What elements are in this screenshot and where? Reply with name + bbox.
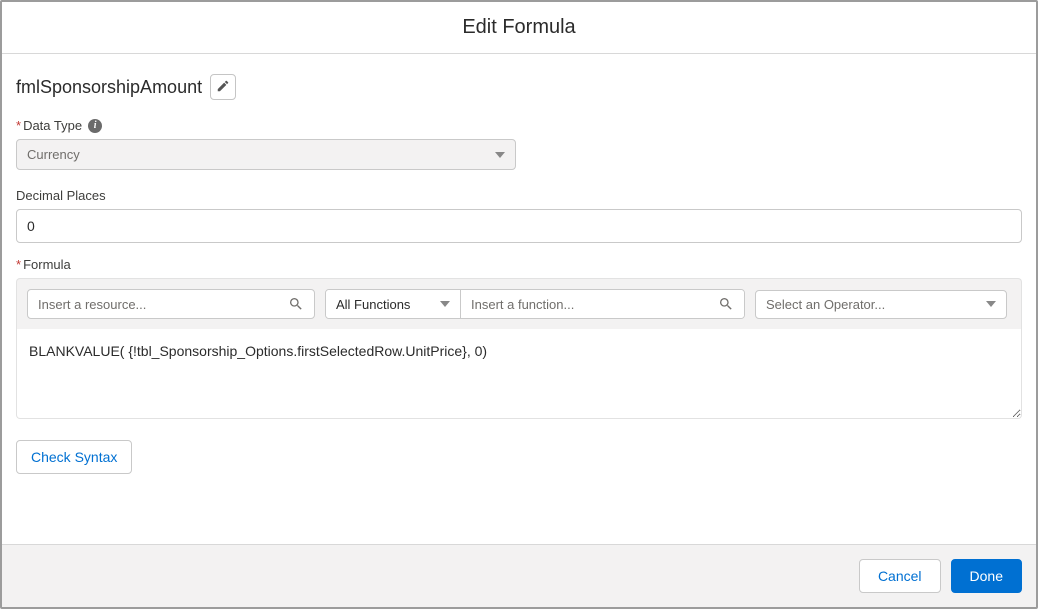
search-icon	[718, 296, 734, 312]
insert-function-placeholder: Insert a function...	[471, 297, 574, 312]
pencil-icon	[216, 79, 230, 96]
modal-body: fmlSponsorshipAmount *Data Type i Curren…	[2, 54, 1036, 544]
insert-resource-combobox[interactable]: Insert a resource...	[27, 289, 315, 319]
chevron-down-icon	[440, 301, 450, 307]
operator-select[interactable]: Select an Operator...	[755, 290, 1007, 319]
function-category-select[interactable]: All Functions	[326, 290, 461, 318]
function-combo-group: All Functions Insert a function...	[325, 289, 745, 319]
edit-api-name-button[interactable]	[210, 74, 236, 100]
function-category-label: All Functions	[336, 297, 410, 312]
formula-label: *Formula	[16, 257, 1022, 272]
cancel-button[interactable]: Cancel	[859, 559, 941, 593]
chevron-down-icon	[986, 301, 996, 307]
insert-function-combobox[interactable]: Insert a function...	[461, 290, 744, 318]
check-syntax-button[interactable]: Check Syntax	[16, 440, 132, 474]
insert-resource-placeholder: Insert a resource...	[38, 297, 146, 312]
formula-toolbar: Insert a resource... All Functions Inser…	[16, 278, 1022, 329]
data-type-select[interactable]: Currency	[16, 139, 516, 170]
modal-title: Edit Formula	[2, 2, 1036, 54]
required-asterisk: *	[16, 257, 21, 272]
decimal-places-label: Decimal Places	[16, 188, 1022, 203]
modal-footer: Cancel Done	[2, 544, 1036, 607]
api-name-text: fmlSponsorshipAmount	[16, 77, 202, 98]
chevron-down-icon	[495, 152, 505, 158]
info-icon[interactable]: i	[88, 119, 102, 133]
required-asterisk: *	[16, 118, 21, 133]
formula-body-textarea[interactable]	[16, 329, 1022, 419]
done-button[interactable]: Done	[951, 559, 1022, 593]
data-type-label: *Data Type i	[16, 118, 1022, 133]
search-icon	[288, 296, 304, 312]
operator-placeholder: Select an Operator...	[766, 297, 885, 312]
decimal-places-input[interactable]	[16, 209, 1022, 243]
edit-formula-modal: Edit Formula fmlSponsorshipAmount *Data …	[0, 0, 1038, 609]
data-type-value: Currency	[27, 147, 80, 162]
api-name-row: fmlSponsorshipAmount	[16, 74, 1022, 100]
